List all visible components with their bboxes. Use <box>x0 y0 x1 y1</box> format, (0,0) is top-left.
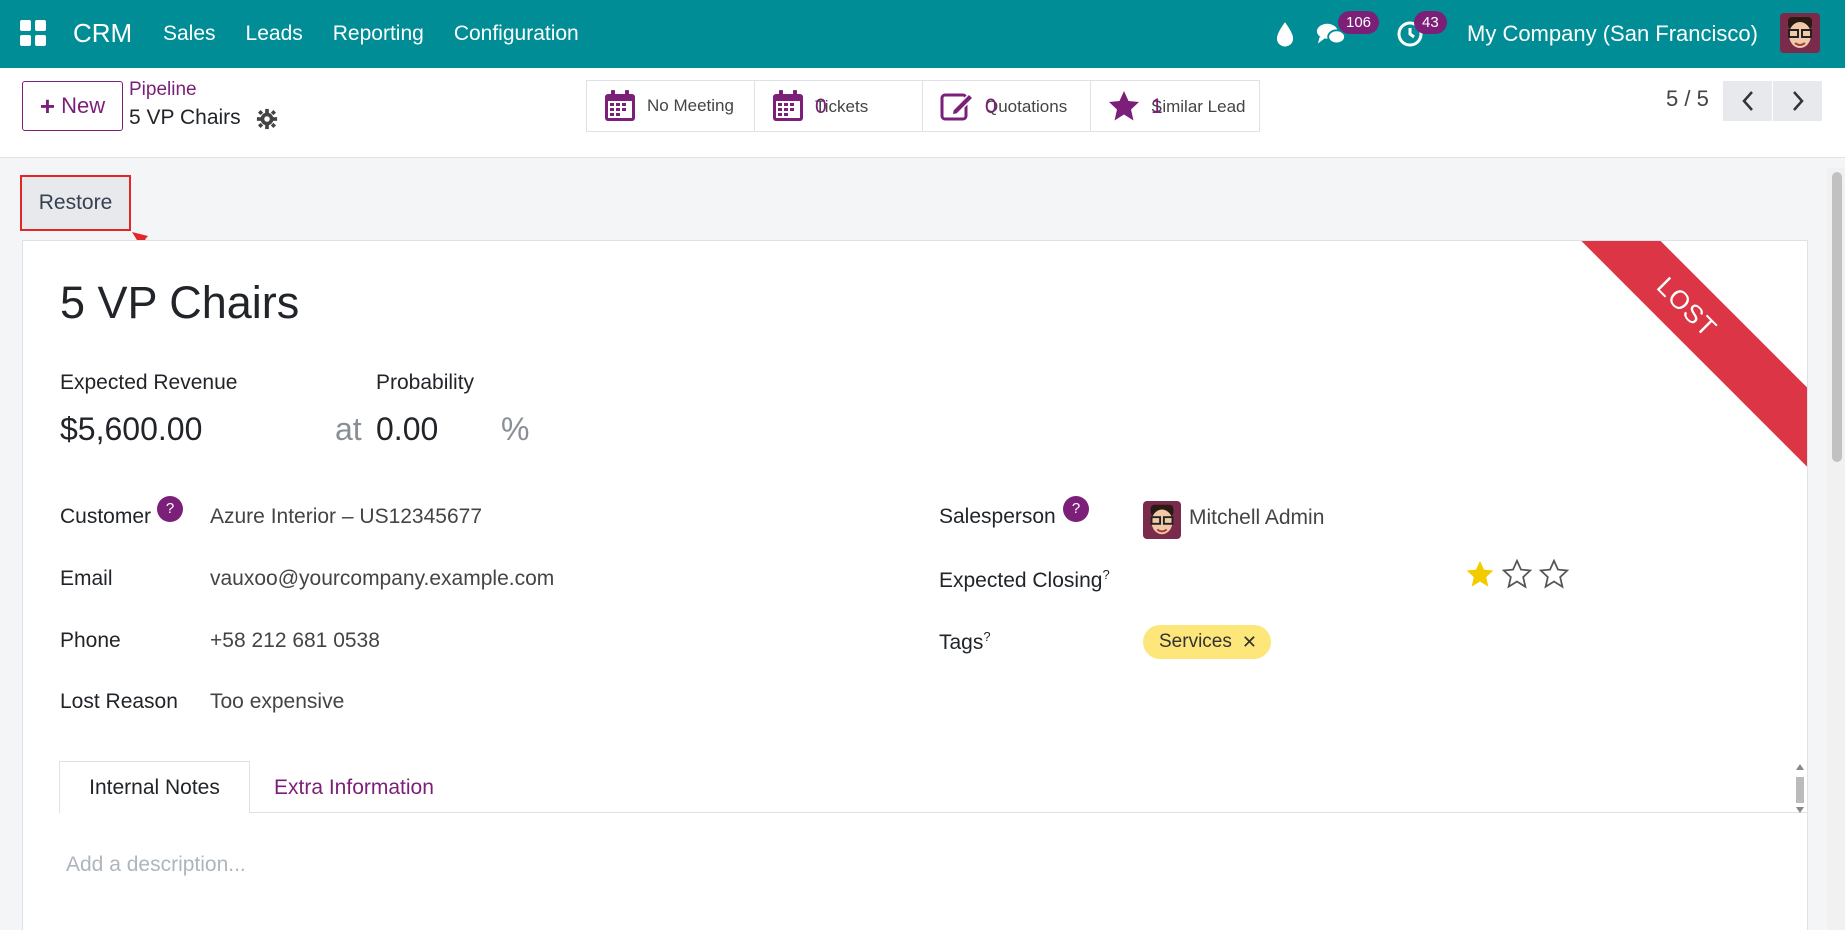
new-button[interactable]: + New <box>22 81 123 131</box>
expected-closing-label-wrap: Expected Closing? <box>939 567 1110 593</box>
salesperson-label: Salesperson <box>939 505 1056 528</box>
tag-label: Services <box>1159 631 1232 652</box>
lead-title[interactable]: 5 VP Chairs <box>60 277 299 329</box>
chevron-left-icon <box>1741 91 1753 111</box>
customer-label: Customer <box>60 505 152 528</box>
at-label: at <box>335 411 362 447</box>
customer-field[interactable]: Azure Interior – US12345677 <box>210 505 482 529</box>
lost-ribbon: LOST <box>1525 241 1807 469</box>
expected-revenue-label: Expected Revenue <box>60 371 238 394</box>
tags-label-wrap: Tags? <box>939 629 991 655</box>
email-field[interactable]: vauxoo@yourcompany.example.com <box>210 567 554 591</box>
apps-menu-icon[interactable] <box>20 20 46 46</box>
smart-button-meeting-label: No Meeting <box>647 96 734 115</box>
smart-button-similar-lead-label: Similar Lead <box>1151 96 1246 116</box>
app-brand[interactable]: CRM <box>73 18 132 49</box>
star-empty-icon[interactable] <box>1502 559 1532 589</box>
inner-scrollbar[interactable] <box>1793 761 1807 816</box>
help-icon[interactable]: ? <box>157 496 183 522</box>
lost-reason-label: Lost Reason <box>60 690 178 713</box>
help-icon[interactable]: ? <box>1063 496 1089 522</box>
priority-widget <box>1465 559 1569 589</box>
smart-button-meeting[interactable]: No Meeting <box>587 81 755 131</box>
messages-badge: 106 <box>1338 11 1380 34</box>
smart-button-tickets-count: 0 <box>815 94 827 118</box>
remove-tag-icon[interactable]: ✕ <box>1242 632 1257 653</box>
tag-badge: Services ✕ <box>1143 625 1271 659</box>
help-tooltip-mark[interactable]: ? <box>1102 567 1109 582</box>
tab-internal-notes[interactable]: Internal Notes <box>59 761 250 814</box>
menu-configuration[interactable]: Configuration <box>454 22 579 46</box>
breadcrumb-current: 5 VP Chairs <box>129 106 241 129</box>
smart-button-quotations-label: Quotations <box>985 96 1068 116</box>
tags-label: Tags <box>939 631 984 654</box>
salesperson-field[interactable]: Mitchell Admin <box>1189 506 1324 530</box>
smart-button-similar-lead-count: 1 <box>1151 94 1163 118</box>
pager-value[interactable]: 5 / 5 <box>1666 86 1709 112</box>
probability-field[interactable]: 0.00 <box>376 411 438 448</box>
menu-sales[interactable]: Sales <box>163 22 216 46</box>
activities-badge: 43 <box>1414 11 1447 34</box>
description-field[interactable]: Add a description... <box>66 853 246 877</box>
edit-icon <box>940 92 975 121</box>
gear-icon[interactable] <box>256 108 278 130</box>
probability-label: Probability <box>376 371 475 394</box>
star-filled-icon[interactable] <box>1465 559 1495 589</box>
lost-reason-field[interactable]: Too expensive <box>210 690 344 714</box>
notebook-tabs: Internal Notes Extra Information <box>59 761 1807 814</box>
company-switcher[interactable]: My Company (San Francisco) <box>1467 21 1758 47</box>
user-avatar[interactable] <box>1780 13 1820 53</box>
form-sheet: LOST 5 VP Chairs Expected Revenue Probab… <box>22 240 1808 930</box>
star-empty-icon[interactable] <box>1539 559 1569 589</box>
scrollbar-thumb[interactable] <box>1832 172 1842 462</box>
salesperson-avatar <box>1143 501 1181 539</box>
expected-revenue-field[interactable]: $5,600.00 <box>60 411 202 448</box>
star-icon <box>1109 91 1139 121</box>
breadcrumb-pipeline[interactable]: Pipeline <box>129 79 197 101</box>
droplet-icon[interactable] <box>1270 20 1300 50</box>
new-button-label: New <box>61 93 106 118</box>
phone-label: Phone <box>60 629 121 652</box>
pager-next-button[interactable] <box>1773 81 1822 121</box>
help-tooltip-mark[interactable]: ? <box>983 629 990 644</box>
menu-reporting[interactable]: Reporting <box>333 22 424 46</box>
menu-leads[interactable]: Leads <box>246 22 303 46</box>
expected-closing-label: Expected Closing <box>939 569 1103 592</box>
pager-previous-button[interactable] <box>1723 81 1772 121</box>
chevron-right-icon <box>1792 91 1804 111</box>
tab-extra-information[interactable]: Extra Information <box>274 761 434 814</box>
calendar-icon <box>605 90 635 121</box>
page-scrollbar[interactable] <box>1827 168 1845 930</box>
email-label: Email <box>60 567 113 590</box>
top-navbar: CRM Sales Leads Reporting Configuration … <box>0 0 1845 68</box>
main-menu: Sales Leads Reporting Configuration <box>163 22 579 46</box>
percent-label: % <box>501 411 530 447</box>
smart-button-quotations[interactable]: Quotations 0 <box>923 81 1091 131</box>
smart-button-quotations-count: 0 <box>985 94 997 118</box>
phone-field[interactable]: +58 212 681 0538 <box>210 629 380 653</box>
calendar-icon <box>773 90 803 121</box>
smart-button-tickets[interactable]: Tickets 0 <box>755 81 923 131</box>
restore-button[interactable]: Restore <box>20 175 131 231</box>
plus-icon: + <box>39 90 56 121</box>
control-panel: + New Pipeline 5 VP Chairs No Meeting Ti… <box>0 68 1845 158</box>
smart-button-similar-lead[interactable]: Similar Lead 1 <box>1091 81 1259 131</box>
smart-buttons: No Meeting Tickets 0 Quotations 0 Simila… <box>586 80 1260 132</box>
